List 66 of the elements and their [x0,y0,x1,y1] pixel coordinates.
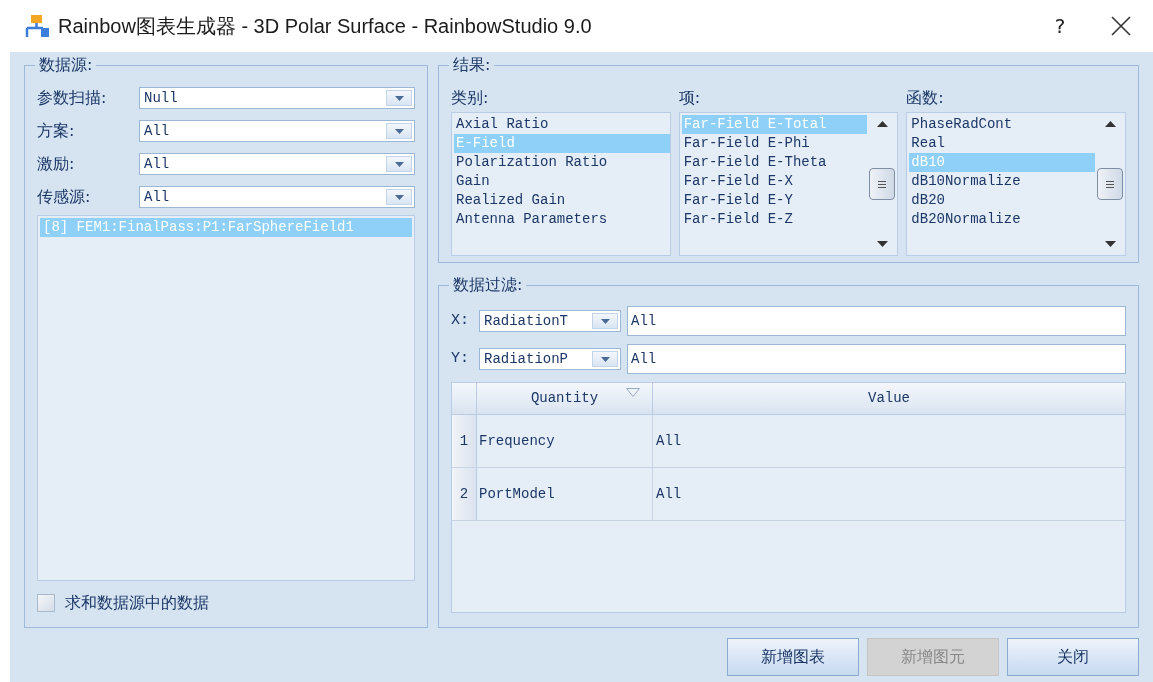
dropdown[interactable]: All [139,120,415,142]
scroll-up-icon[interactable] [876,121,888,127]
table-cell: Frequency [477,415,653,467]
field-label: 激励: [37,153,76,175]
list-item[interactable]: dB20 [909,191,1095,210]
axis-label: Y: [451,348,470,369]
checkbox[interactable] [37,594,55,612]
column-header[interactable]: Quantity [477,383,653,414]
field-label: 方案: [37,120,76,142]
row-number: 2 [452,468,477,520]
help-button[interactable]: ? [1045,11,1075,41]
caret-icon [394,128,404,134]
list-item[interactable]: dB20Normalize [909,210,1095,229]
input-field[interactable]: All [627,344,1126,374]
checkbox-label: 求和数据源中的数据 [65,592,209,614]
window-title: Rainbow图表生成器 - 3D Polar Surface - RainbowStudio 9.0 [58,14,592,39]
table-cell: PortModel [477,468,653,520]
list-item[interactable]: Polarization Ratio [454,153,670,172]
list-item[interactable]: PhaseRadCont [909,115,1095,134]
list-item[interactable]: Realized Gain [454,191,670,210]
dialog-button[interactable]: 新增图表 [727,638,859,676]
input-field[interactable]: All [627,306,1126,336]
group-title: 数据源: [35,55,97,75]
list-item[interactable]: Gain [454,172,670,191]
dropdown[interactable]: Null [139,87,415,109]
sort-icon [626,388,640,397]
list-label: 项: [678,87,702,109]
scroll-up-icon[interactable] [1104,121,1116,127]
list-label: 类别: [451,87,490,109]
caret-icon [394,95,404,101]
list-item[interactable]: Antenna Parameters [454,210,670,229]
field-label: 参数扫描: [37,87,108,109]
table-cell-text: All [655,431,683,451]
close-icon[interactable] [1111,16,1131,36]
axis-label: X: [451,310,470,331]
column-header[interactable]: Value [653,383,1125,414]
caret-icon [600,318,610,324]
list-label: 函数: [906,87,945,109]
table-cell-text: All [655,484,683,504]
scroll-thumb[interactable] [869,168,896,200]
list-item[interactable]: Axial Ratio [454,115,670,134]
scroll-down-icon[interactable] [876,241,888,247]
group-title: 数据过滤: [449,275,527,295]
dropdown[interactable]: RadiationT [479,310,621,332]
scroll-down-icon[interactable] [1104,241,1116,247]
list-item[interactable]: Far-Field E-X [681,172,868,191]
row-number: 1 [452,415,477,467]
list-item[interactable]: Far-Field E-Z [681,210,868,229]
list-item[interactable]: dB10Normalize [909,172,1095,191]
list-item[interactable]: Real [909,134,1095,153]
list-item[interactable]: Far-Field E-Y [681,191,868,210]
dropdown[interactable]: All [139,186,415,208]
caret-icon [394,194,404,200]
list-item[interactable]: Far-Field E-Phi [681,134,868,153]
dropdown[interactable]: All [139,153,415,175]
grip-icon [1106,180,1114,188]
caret-icon [394,161,404,167]
field-label: 传感源: [37,186,92,208]
group-title: 结果: [449,55,495,75]
dialog-button[interactable]: 关闭 [1007,638,1139,676]
caret-icon [600,356,610,362]
grip-icon [878,180,887,188]
scroll-thumb[interactable] [1097,168,1123,200]
list-item[interactable]: Far-Field E-Theta [681,153,868,172]
dropdown[interactable]: RadiationP [479,348,621,370]
app-icon [24,14,50,38]
